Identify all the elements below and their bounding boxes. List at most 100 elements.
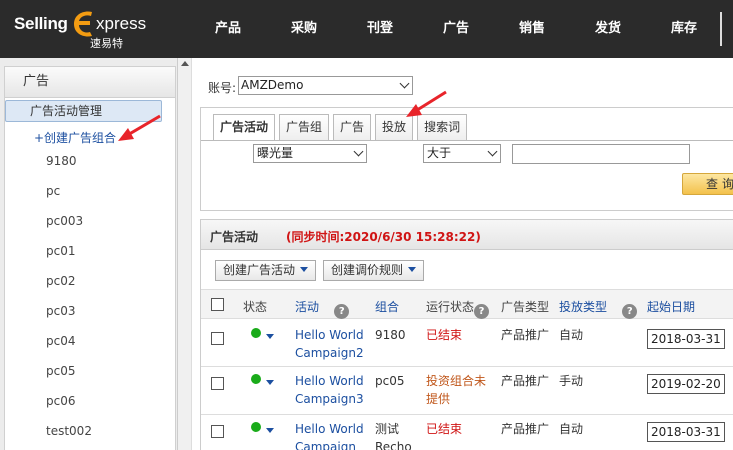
sidebar-portfolio-item[interactable]: pc03 bbox=[46, 304, 75, 318]
table-header: 状态 活动 ? 组合 运行状态? 广告类型 投放类型 ? 起始日期 bbox=[201, 289, 733, 319]
sidebar-portfolio-item[interactable]: test002 bbox=[46, 424, 92, 438]
main-nav: 产品 采购 刊登 广告 销售 发货 库存 bbox=[190, 0, 722, 58]
row-checkbox[interactable] bbox=[211, 377, 224, 390]
col-run-status-label: 运行状态 bbox=[426, 300, 475, 314]
row-checkbox[interactable] bbox=[211, 332, 224, 345]
help-icon[interactable]: ? bbox=[622, 304, 638, 319]
filter-value-input[interactable] bbox=[512, 144, 690, 164]
status-enabled-icon[interactable] bbox=[251, 374, 261, 384]
run-status-cell: 已结束 bbox=[426, 420, 462, 438]
operator-select-value: 大于 bbox=[427, 146, 452, 160]
col-status: 状态 bbox=[243, 300, 268, 314]
targeting-type-cell: 自动 bbox=[559, 422, 584, 436]
create-bid-rule-button[interactable]: 创建调价规则 bbox=[323, 260, 425, 281]
nav-item-listing[interactable]: 刊登 bbox=[342, 0, 418, 58]
col-campaign[interactable]: 活动 ? bbox=[295, 298, 350, 319]
run-status-line1: 已结束 bbox=[426, 328, 463, 342]
create-portfolio-link[interactable]: +创建广告组合 bbox=[34, 129, 116, 146]
campaign-name-line2: Campaign bbox=[295, 440, 356, 450]
nav-divider bbox=[720, 12, 722, 46]
portfolio-line1: 测试 bbox=[375, 422, 400, 436]
portfolio-line1: pc05 bbox=[375, 374, 405, 388]
col-run-status: 运行状态? bbox=[426, 298, 490, 319]
help-icon[interactable]: ? bbox=[474, 304, 490, 319]
create-campaign-label: 创建广告活动 bbox=[223, 263, 296, 277]
chevron-down-icon bbox=[353, 146, 364, 157]
caret-down-icon[interactable] bbox=[266, 428, 274, 433]
run-status-line1: 已结束 bbox=[426, 422, 463, 436]
sidebar-portfolio-item[interactable]: pc05 bbox=[46, 364, 75, 378]
run-status-line2: 提供 bbox=[426, 392, 451, 406]
tabs-underline bbox=[201, 140, 733, 141]
metric-select-value: 曝光量 bbox=[257, 146, 294, 160]
start-date-input[interactable]: 2018-03-31 bbox=[647, 329, 725, 349]
campaign-list-title: 广告活动 bbox=[210, 230, 259, 244]
create-campaign-button[interactable]: 创建广告活动 bbox=[215, 260, 317, 281]
sidebar-scrollbar[interactable] bbox=[178, 58, 192, 450]
col-targeting[interactable]: 投放类型 ? bbox=[559, 298, 638, 319]
nav-item-shipping[interactable]: 发货 bbox=[570, 0, 646, 58]
campaign-name-line1: Hello World bbox=[295, 422, 364, 436]
col-campaign-label: 活动 bbox=[295, 300, 320, 314]
query-button[interactable]: 查询 bbox=[682, 173, 733, 195]
account-select-value: AMZDemo bbox=[241, 78, 304, 92]
tab-targeting[interactable]: 投放 bbox=[375, 114, 414, 140]
tab-search-terms[interactable]: 搜索词 bbox=[417, 114, 468, 140]
logo-text-express: xpress bbox=[96, 14, 147, 33]
create-bid-rule-label: 创建调价规则 bbox=[331, 263, 404, 277]
campaign-name-link[interactable]: Hello World Campaign3 bbox=[295, 372, 364, 408]
campaign-name-line1: Hello World bbox=[295, 374, 364, 388]
col-portfolio[interactable]: 组合 bbox=[375, 298, 399, 315]
nav-item-products[interactable]: 产品 bbox=[190, 0, 266, 58]
status-enabled-icon[interactable] bbox=[251, 328, 261, 338]
sidebar-portfolio-item[interactable]: pc04 bbox=[46, 334, 75, 348]
nav-item-purchase[interactable]: 采购 bbox=[266, 0, 342, 58]
portfolio-cell: 测试 Recho bbox=[375, 420, 412, 450]
campaign-name-link[interactable]: Hello World Campaign bbox=[295, 420, 364, 450]
table-row: Hello World Campaign3 pc05 投资组合未 提供 产品推广 手… bbox=[201, 368, 733, 415]
sidebar-header: 广告 bbox=[4, 66, 176, 98]
sidebar-portfolio-item[interactable]: pc06 bbox=[46, 394, 75, 408]
logo[interactable]: Selling xpress 速易特 bbox=[14, 8, 164, 50]
sidebar-portfolio-item[interactable]: pc003 bbox=[46, 214, 83, 228]
operator-select[interactable]: 大于 bbox=[423, 144, 501, 163]
run-status-line1: 投资组合未 bbox=[426, 374, 487, 388]
ad-type-cell: 产品推广 bbox=[501, 328, 550, 342]
tab-ad-groups[interactable]: 广告组 bbox=[279, 114, 330, 140]
sidebar-portfolio-item[interactable]: pc02 bbox=[46, 274, 75, 288]
account-label: 账号: bbox=[208, 81, 237, 95]
account-select[interactable]: AMZDemo bbox=[238, 76, 413, 95]
portfolio-line1: 9180 bbox=[375, 328, 406, 342]
logo-text-cn: 速易特 bbox=[90, 37, 123, 50]
campaign-name-line1: Hello World bbox=[295, 328, 364, 342]
caret-down-icon[interactable] bbox=[266, 334, 274, 339]
top-bar: Selling xpress 速易特 产品 采购 刊登 广告 销售 发货 库存 bbox=[0, 0, 733, 58]
table-row: Hello World Campaign2 9180 已结束 产品推广 自动 20… bbox=[201, 320, 733, 367]
scroll-up-arrow-icon[interactable] bbox=[181, 61, 189, 66]
start-date-input[interactable]: 2019-02-20 bbox=[647, 374, 725, 394]
nav-item-ads[interactable]: 广告 bbox=[418, 0, 494, 58]
caret-down-icon[interactable] bbox=[266, 380, 274, 385]
caret-down-icon bbox=[300, 267, 309, 272]
sidebar-portfolio-item[interactable]: 9180 bbox=[46, 154, 77, 168]
nav-item-sales[interactable]: 销售 bbox=[494, 0, 570, 58]
help-icon[interactable]: ? bbox=[334, 304, 350, 319]
metric-select[interactable]: 曝光量 bbox=[253, 144, 367, 163]
chevron-down-icon bbox=[399, 78, 410, 89]
portfolio-cell: 9180 bbox=[375, 326, 406, 344]
logo-text-selling: Selling bbox=[14, 14, 68, 33]
row-checkbox[interactable] bbox=[211, 425, 224, 438]
status-enabled-icon[interactable] bbox=[251, 422, 261, 432]
campaign-name-link[interactable]: Hello World Campaign2 bbox=[295, 326, 364, 362]
sidebar-portfolio-item[interactable]: pc01 bbox=[46, 244, 75, 258]
run-status-cell: 已结束 bbox=[426, 326, 462, 344]
tab-ads[interactable]: 广告 bbox=[333, 114, 372, 140]
sidebar-item-campaign-management[interactable]: 广告活动管理 bbox=[5, 100, 162, 122]
run-status-cell: 投资组合未 提供 bbox=[426, 372, 486, 408]
sidebar-portfolio-item[interactable]: pc bbox=[46, 184, 60, 198]
col-start-date[interactable]: 起始日期 bbox=[647, 298, 695, 315]
tab-campaigns[interactable]: 广告活动 bbox=[213, 114, 276, 141]
nav-item-inventory[interactable]: 库存 bbox=[646, 0, 722, 58]
select-all-checkbox[interactable] bbox=[211, 298, 224, 311]
start-date-input[interactable]: 2018-03-31 bbox=[647, 422, 725, 442]
